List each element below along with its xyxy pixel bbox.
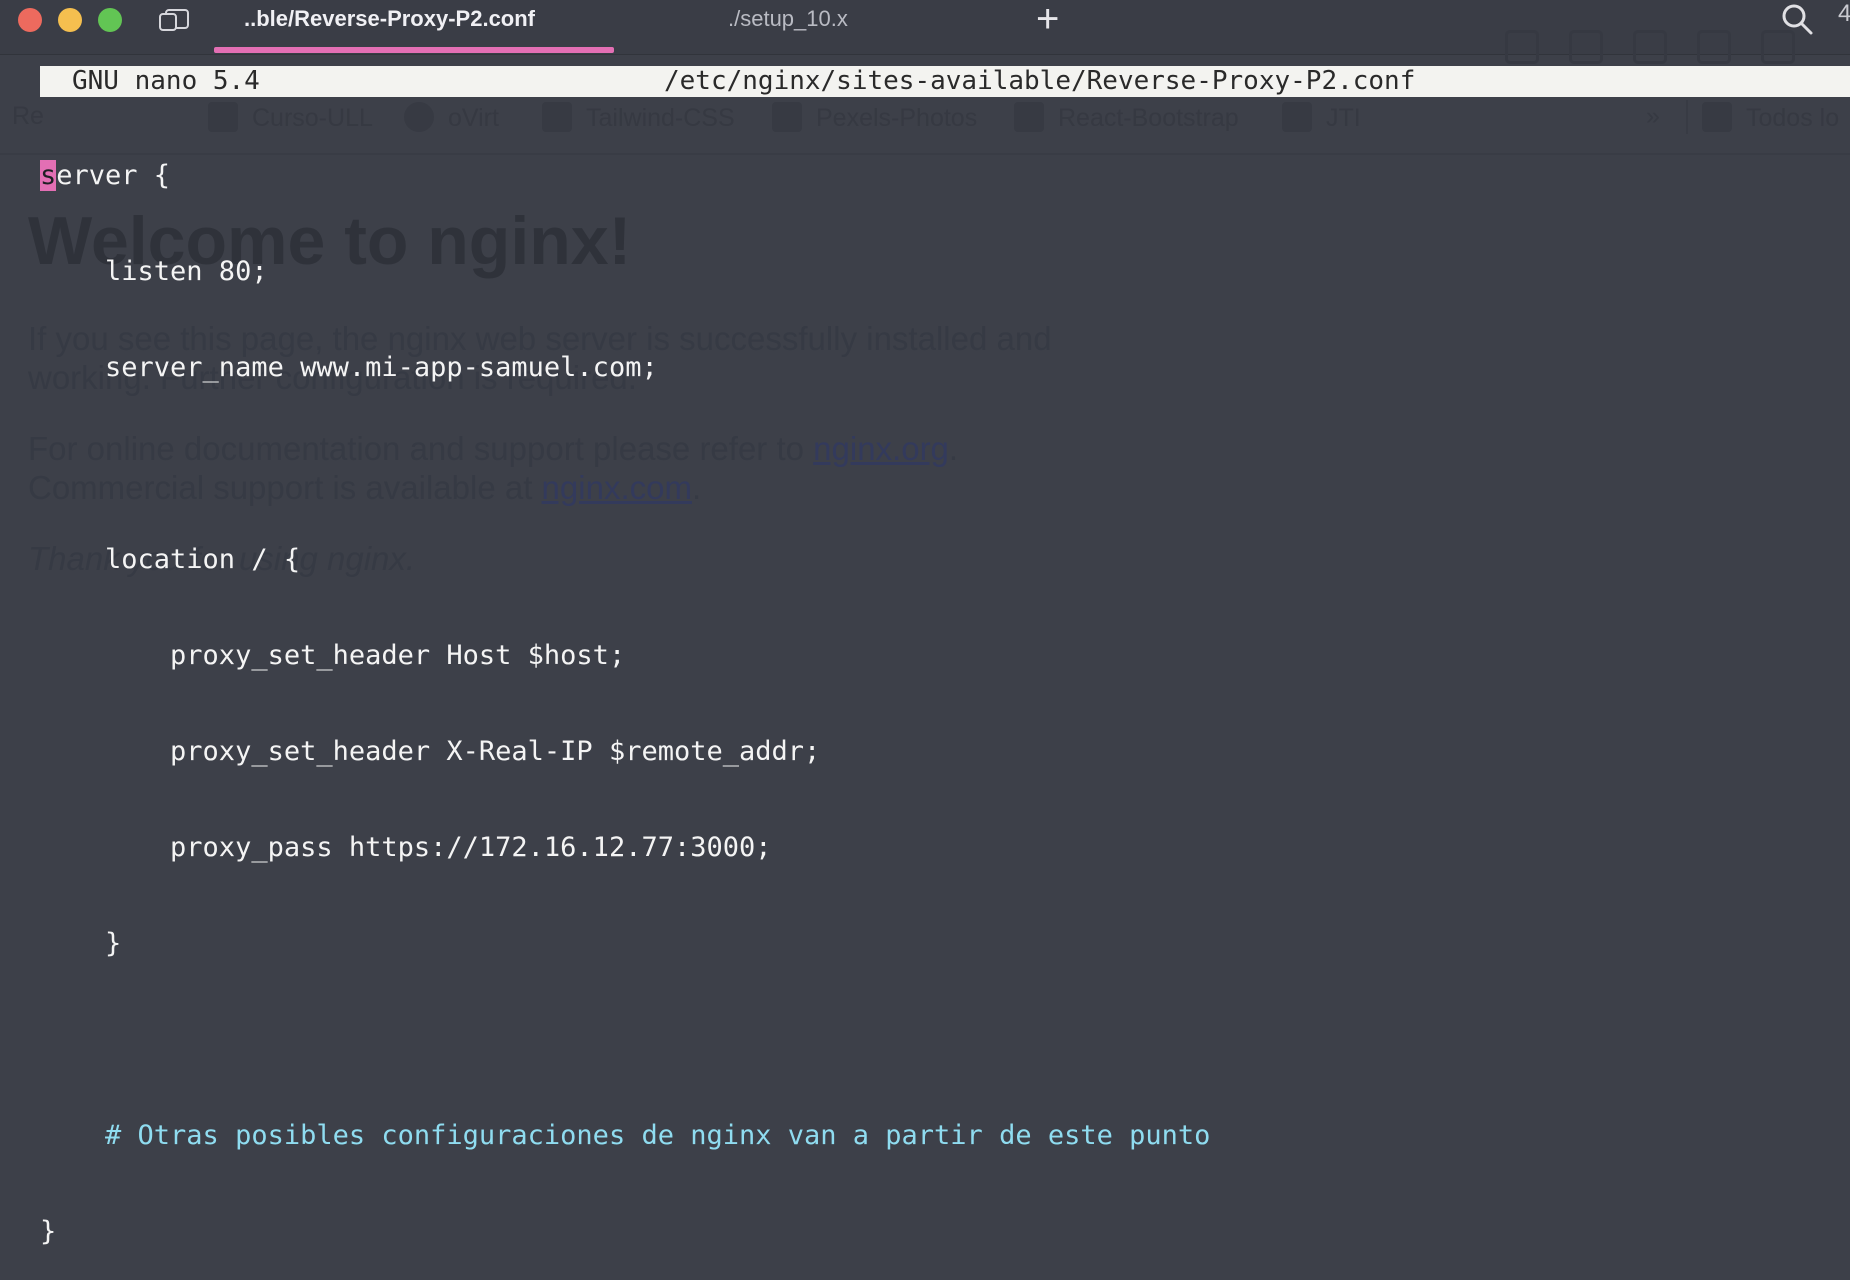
code-line[interactable]: location / {	[40, 544, 1210, 576]
code-line[interactable]: proxy_set_header X-Real-IP $remote_addr;	[40, 736, 1210, 768]
tab-setup-10[interactable]: ./setup_10.x	[728, 0, 848, 38]
tab-overflow-count[interactable]: 4	[1838, 0, 1850, 28]
code-comment-line[interactable]: # Otras posibles configuraciones de ngin…	[40, 1120, 1210, 1152]
nano-file-path: /etc/nginx/sites-available/Reverse-Proxy…	[664, 66, 1416, 96]
minimize-window-button[interactable]	[58, 8, 82, 32]
background-bookmark-overflow: »	[1646, 102, 1660, 130]
bookmark-separator	[1686, 100, 1688, 134]
active-tab-indicator	[214, 47, 614, 53]
zoom-window-button[interactable]	[98, 8, 122, 32]
text-cursor: s	[40, 160, 57, 191]
background-browser-toolbar	[1505, 30, 1850, 66]
code-line[interactable]	[40, 448, 1210, 480]
code-line[interactable]: proxy_pass https://172.16.12.77:3000;	[40, 832, 1210, 864]
code-line[interactable]: server_name www.mi-app-samuel.com;	[40, 352, 1210, 384]
code-line[interactable]: listen 80;	[40, 256, 1210, 288]
code-line[interactable]: proxy_set_header Host $host;	[40, 640, 1210, 672]
background-bookmark: JTI	[1282, 102, 1361, 133]
tab-reverse-proxy-conf[interactable]: ..ble/Reverse-Proxy-P2.conf	[244, 0, 535, 38]
code-line[interactable]	[40, 1024, 1210, 1056]
folder-icon	[1702, 102, 1732, 132]
new-tab-button[interactable]: +	[1036, 0, 1059, 39]
nano-editor-buffer[interactable]: server { listen 80; server_name www.mi-a…	[40, 96, 1210, 1280]
nano-version: GNU nano 5.4	[72, 66, 260, 96]
code-line[interactable]: server {	[40, 160, 1210, 192]
folder-icon	[1282, 102, 1312, 132]
sidebar-toggle-icon[interactable]	[158, 8, 190, 32]
nano-title-bar: GNU nano 5.4 /etc/nginx/sites-available/…	[40, 66, 1850, 97]
close-window-button[interactable]	[18, 8, 42, 32]
background-bookmark: Todos lo	[1702, 102, 1839, 133]
code-line[interactable]: }	[40, 1216, 1210, 1248]
code-line[interactable]: }	[40, 928, 1210, 960]
